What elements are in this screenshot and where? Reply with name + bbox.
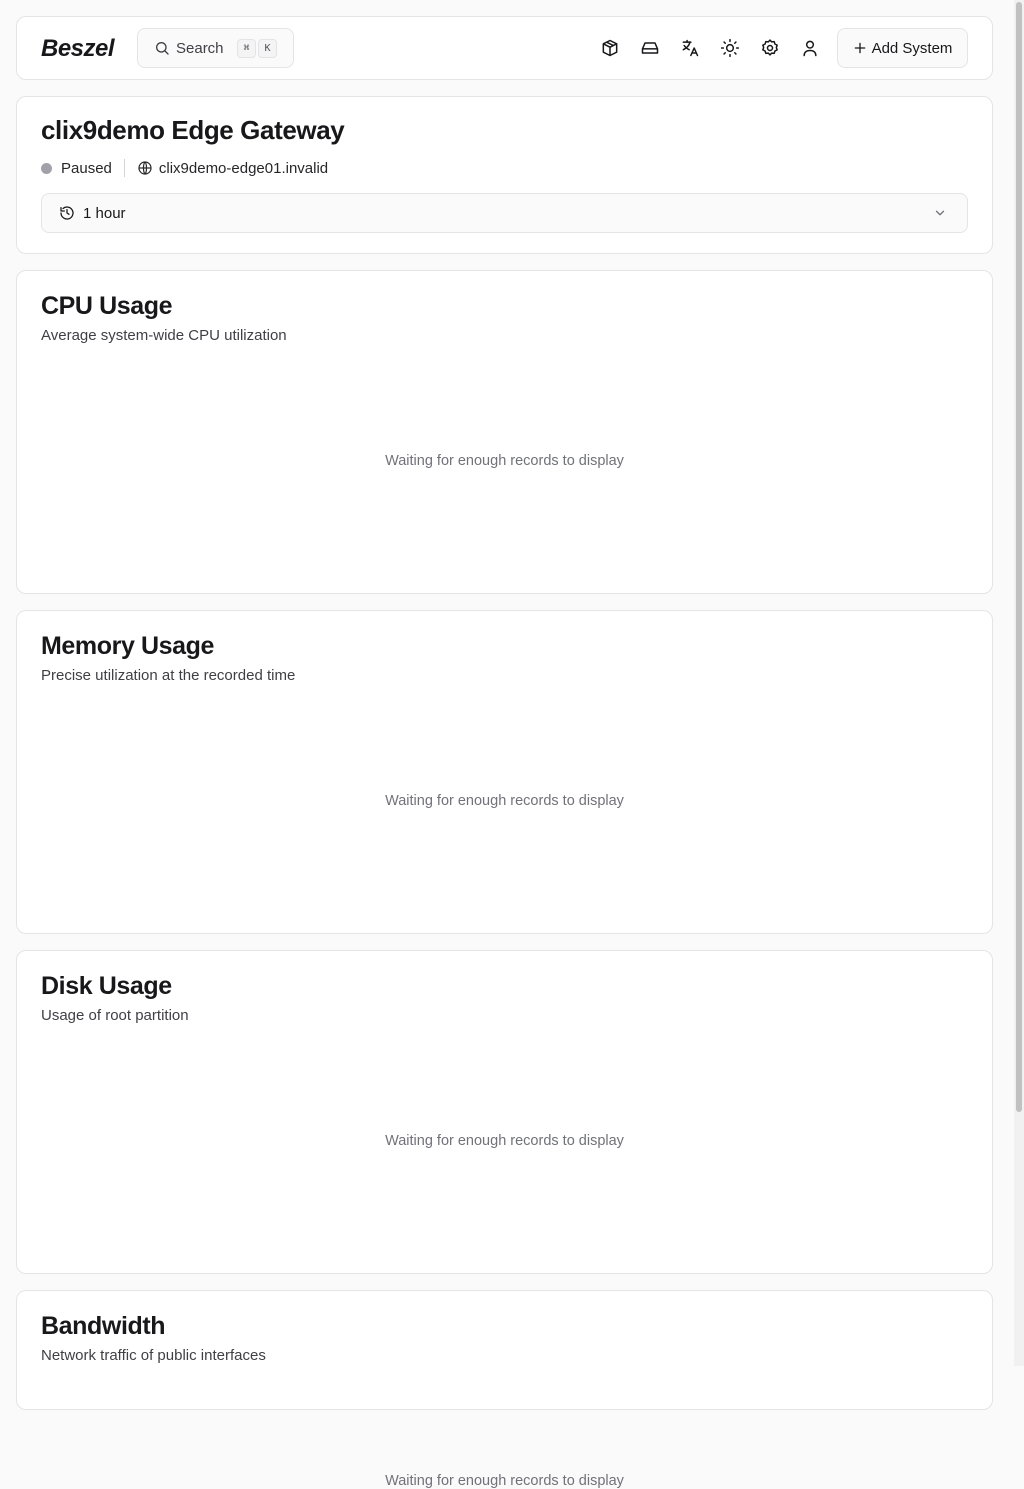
chart-title: Memory Usage <box>41 632 215 660</box>
chart-empty-message: Waiting for enough records to display <box>385 1133 624 1149</box>
status-text: Paused <box>61 159 112 177</box>
chart-subtitle: Usage of root partition <box>41 1007 189 1024</box>
beszel-logo[interactable]: Beszel <box>41 35 115 63</box>
disk-usage-card: Disk Usage Usage of root partition Waiti… <box>16 950 993 1274</box>
chart-subtitle: Network traffic of public interfaces <box>41 1347 266 1364</box>
page-scrollbar[interactable] <box>1014 0 1024 1366</box>
system-info-card: clix9demo Edge Gateway Paused clix9demo-… <box>16 96 993 254</box>
chart-subtitle: Precise utilization at the recorded time <box>41 667 296 684</box>
status-dot <box>41 162 52 174</box>
search-label: Search <box>176 39 224 57</box>
chart-subtitle: Average system-wide CPU utilization <box>41 327 287 344</box>
top-navbar: Beszel Search ⌘ K Add System <box>16 16 993 80</box>
chart-title: CPU Usage <box>41 292 173 320</box>
language-icon[interactable] <box>679 37 701 59</box>
search-button[interactable]: Search ⌘ K <box>137 28 294 68</box>
add-system-button[interactable]: Add System <box>837 28 968 68</box>
history-icon <box>59 205 75 221</box>
bandwidth-card: Bandwidth Network traffic of public inte… <box>16 1290 993 1489</box>
scrollbar-thumb[interactable] <box>1016 2 1022 1112</box>
drive-icon[interactable] <box>639 37 661 59</box>
add-system-label: Add System <box>871 39 953 57</box>
memory-usage-card: Memory Usage Precise utilization at the … <box>16 610 993 934</box>
system-meta: Paused clix9demo-edge01.invalid <box>41 158 328 178</box>
chevron-down-icon <box>933 206 947 220</box>
search-icon <box>156 42 169 55</box>
theme-sun-icon[interactable] <box>719 37 741 59</box>
user-icon[interactable] <box>799 37 821 59</box>
system-name: clix9demo Edge Gateway <box>41 115 345 145</box>
chart-title: Disk Usage <box>41 972 172 1000</box>
kbd-k: K <box>258 39 277 58</box>
settings-icon[interactable] <box>759 37 781 59</box>
chart-empty-message: Waiting for enough records to display <box>385 1473 624 1489</box>
time-range-select[interactable]: 1 hour <box>41 193 968 233</box>
kbd-command: ⌘ <box>237 39 256 58</box>
chart-title: Bandwidth <box>41 1312 166 1340</box>
host-address: clix9demo-edge01.invalid <box>158 159 329 177</box>
meta-divider <box>123 159 125 177</box>
globe-icon <box>137 160 153 176</box>
chart-empty-message: Waiting for enough records to display <box>385 453 624 469</box>
plus-icon <box>854 42 865 54</box>
cpu-usage-card: CPU Usage Average system-wide CPU utiliz… <box>16 270 993 594</box>
containers-icon[interactable] <box>599 37 621 59</box>
chart-empty-message: Waiting for enough records to display <box>385 793 624 809</box>
time-range-value: 1 hour <box>83 204 126 222</box>
